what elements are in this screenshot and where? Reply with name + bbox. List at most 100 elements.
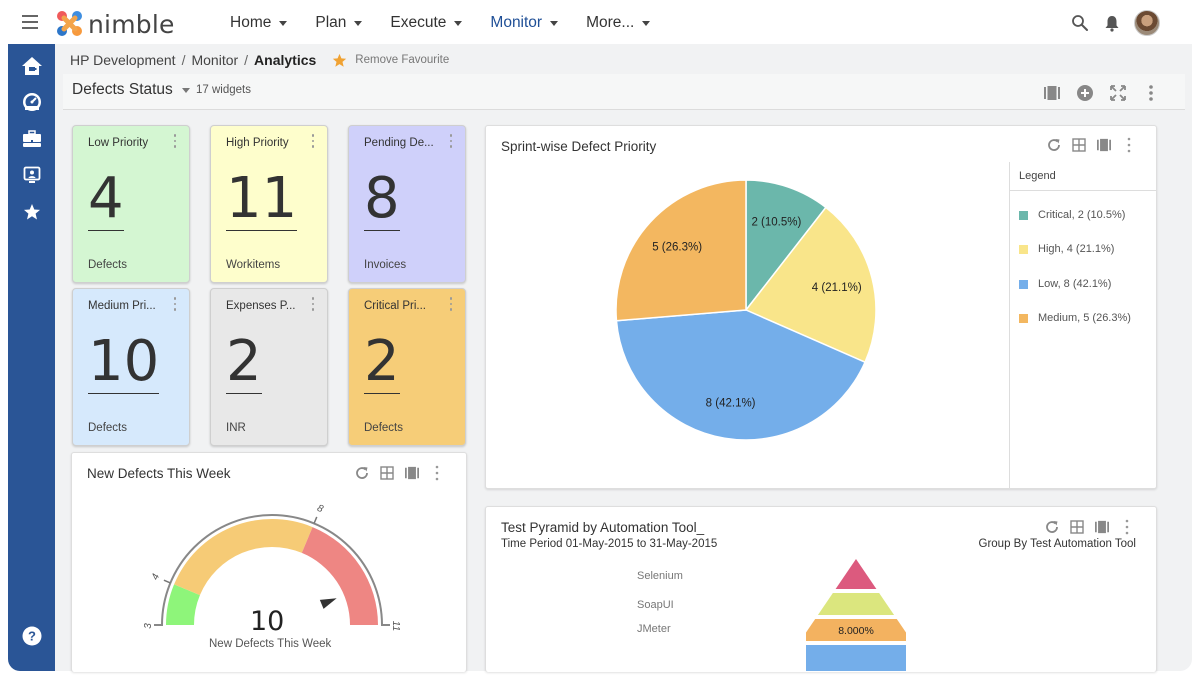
home-icon [22, 57, 42, 75]
chevron-down-icon [642, 20, 651, 26]
table-view-button[interactable] [378, 464, 396, 482]
legend-item[interactable]: Medium, 5 (26.3%) [1019, 312, 1131, 324]
dashboard-selector[interactable]: Defects Status [72, 81, 190, 99]
stat-card-title: High Priority [226, 137, 289, 149]
sidebar-item-favourites[interactable] [20, 200, 44, 224]
stat-card-value[interactable]: 4 [88, 168, 124, 231]
more-vertical-icon[interactable] [309, 134, 317, 150]
breadcrumb-project[interactable]: HP Development [70, 52, 176, 68]
gauge-label: New Defects This Week [209, 638, 332, 650]
chevron-down-icon [550, 20, 559, 26]
nav-execute[interactable]: Execute [390, 14, 463, 32]
stat-card[interactable]: Expenses P... 2 INR [210, 288, 328, 446]
notifications-button[interactable] [1100, 11, 1124, 35]
nav-more-label: More... [586, 14, 635, 31]
legend-swatch [1019, 244, 1028, 254]
refresh-button[interactable] [1043, 518, 1061, 536]
hamburger-menu-icon[interactable] [22, 15, 38, 29]
gauge-tick-label: 8 [315, 503, 325, 515]
pyramid-level[interactable] [817, 593, 895, 615]
more-vertical-icon[interactable] [171, 297, 179, 313]
legend-item[interactable]: Low, 8 (42.1%) [1019, 278, 1111, 290]
search-button[interactable] [1068, 11, 1092, 35]
main-nav: Home Plan Execute Monitor More... [230, 0, 678, 46]
briefcase-icon [23, 130, 41, 147]
nav-more[interactable]: More... [586, 14, 651, 32]
legend-item[interactable]: Critical, 2 (10.5%) [1019, 209, 1125, 221]
nav-plan[interactable]: Plan [315, 14, 363, 32]
sidebar-item-work[interactable] [20, 127, 44, 151]
gauge-widget-toolbar [346, 464, 446, 482]
refresh-button[interactable] [353, 464, 371, 482]
breadcrumb-monitor[interactable]: Monitor [191, 52, 238, 68]
widget-more-button[interactable] [1120, 136, 1138, 154]
more-vertical-icon[interactable] [447, 134, 455, 150]
legend-swatch [1019, 210, 1028, 220]
stat-card[interactable]: Pending De... 8 Invoices [348, 125, 466, 283]
stat-card-value[interactable]: 11 [226, 168, 298, 231]
nimble-logo[interactable]: nimble [56, 10, 175, 39]
stat-card-value[interactable]: 2 [364, 331, 400, 394]
gauge-widget-title: New Defects This Week [87, 466, 231, 481]
breadcrumb-separator: / [244, 52, 249, 68]
stat-card-title: Pending De... [364, 137, 434, 149]
search-icon [1072, 15, 1088, 31]
layout-button[interactable] [1095, 136, 1113, 154]
refresh-button[interactable] [1045, 136, 1063, 154]
nav-home[interactable]: Home [230, 14, 288, 32]
user-avatar[interactable] [1134, 10, 1160, 36]
gauge-tick [163, 579, 171, 584]
gauge-tick-label: 3 [143, 623, 154, 629]
stat-card-unit: Invoices [364, 259, 407, 271]
add-widget-button[interactable] [1073, 81, 1097, 105]
pie-data-label: 4 (21.1%) [812, 282, 862, 294]
columns-icon [1095, 520, 1109, 534]
stat-card[interactable]: Critical Pri... 2 Defects [348, 288, 466, 446]
legend-item[interactable]: High, 4 (21.1%) [1019, 243, 1114, 255]
legend-title: Legend [1010, 162, 1156, 191]
refresh-icon [356, 467, 368, 479]
pie-chart: 2 (10.5%) 4 (21.1%) 8 (42.1%) 5 (26.3%) [615, 179, 877, 441]
stat-card[interactable]: Medium Pri... 10 Defects [72, 288, 190, 446]
legend-swatch [1019, 279, 1028, 289]
pie-data-label: 5 (26.3%) [652, 242, 702, 254]
widget-more-button[interactable] [1118, 518, 1136, 536]
pyramid-level[interactable] [806, 645, 906, 671]
more-vertical-icon[interactable] [447, 297, 455, 313]
help-button[interactable]: ? [20, 624, 44, 648]
table-view-button[interactable] [1068, 518, 1086, 536]
layout-button[interactable] [403, 464, 421, 482]
stat-card-unit: INR [226, 422, 246, 434]
pyramid-label-jmeter: JMeter [637, 623, 671, 635]
expand-icon [1110, 85, 1126, 101]
more-vertical-icon[interactable] [171, 134, 179, 150]
widget-more-button[interactable] [428, 464, 446, 482]
layout-button[interactable] [1093, 518, 1111, 536]
dashboard-title: Defects Status [72, 81, 173, 98]
sidebar-item-home[interactable] [20, 54, 44, 78]
stat-card[interactable]: High Priority 11 Workitems [210, 125, 328, 283]
stat-card-value[interactable]: 10 [88, 331, 160, 394]
gauge-band [174, 519, 313, 596]
nav-monitor-label: Monitor [490, 14, 543, 31]
fullscreen-button[interactable] [1106, 81, 1130, 105]
dashboard-more-button[interactable] [1139, 81, 1163, 105]
main-content: HP Development / Monitor / Analytics Rem… [55, 44, 1192, 672]
pyramid-level[interactable] [835, 559, 877, 589]
pyramid-chart: 8.000% [806, 559, 906, 671]
layout-button[interactable] [1040, 81, 1064, 105]
top-right-actions [1060, 10, 1160, 36]
stat-card-unit: Defects [88, 259, 127, 271]
stat-card[interactable]: Low Priority 4 Defects [72, 125, 190, 283]
stat-card-value[interactable]: 8 [364, 168, 400, 231]
more-vertical-icon[interactable] [309, 297, 317, 313]
breadcrumb-separator: / [181, 52, 186, 68]
pyramid-group-by: Group By Test Automation Tool [978, 538, 1136, 550]
sidebar-item-monitor[interactable] [20, 163, 44, 187]
sidebar-item-dashboard[interactable] [20, 90, 44, 114]
remove-favourite-button[interactable]: Remove Favourite [332, 53, 449, 68]
stat-card-value[interactable]: 2 [226, 331, 262, 394]
nav-monitor[interactable]: Monitor [490, 14, 559, 32]
dashboard-gauge-icon [23, 93, 41, 111]
table-view-button[interactable] [1070, 136, 1088, 154]
